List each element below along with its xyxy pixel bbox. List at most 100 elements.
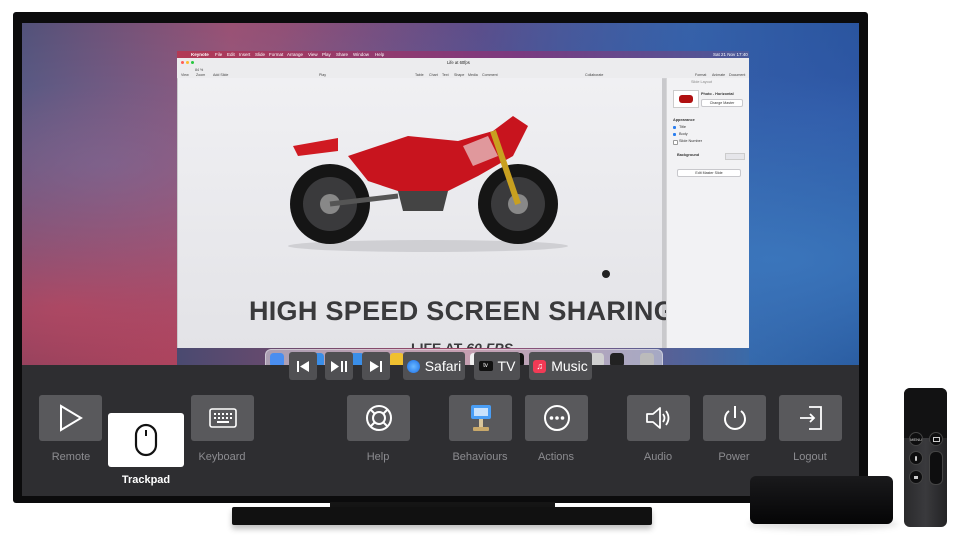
keynote-podium-icon (470, 405, 491, 431)
menu-format[interactable]: Format (269, 51, 283, 58)
help-tile[interactable] (347, 395, 410, 441)
lifebuoy-icon (365, 405, 392, 431)
body-checkbox-label: Body (679, 132, 688, 136)
menu-slide[interactable]: Slide (255, 51, 265, 58)
menu-share[interactable]: Share (336, 51, 348, 58)
toolbar-format[interactable]: Format (695, 73, 706, 77)
toolbar-document[interactable]: Document (729, 73, 745, 77)
more-actions-icon (543, 405, 570, 431)
keyboard-tile[interactable] (191, 395, 254, 441)
menu-app-name[interactable]: Keynote (191, 51, 209, 58)
menu-file[interactable]: File (215, 51, 222, 58)
logout-label: Logout (793, 451, 827, 463)
trackpad-label: Trackpad (121, 474, 171, 486)
trackpad-tile[interactable] (108, 413, 184, 467)
play-pause-button[interactable] (325, 352, 353, 380)
edit-master-slide-button[interactable]: Edit Master Slide (677, 169, 741, 177)
window-minimize-button[interactable] (186, 61, 189, 64)
remote-tile[interactable] (39, 395, 102, 441)
toolbar-add-slide[interactable]: Add Slide (213, 73, 228, 77)
tv-button[interactable]: tv TV (474, 352, 520, 380)
appearance-heading: Appearance (673, 118, 695, 122)
tv-icon: tv (478, 361, 493, 371)
toolbar-animate[interactable]: Animate (712, 73, 725, 77)
tv-label: TV (497, 358, 516, 374)
title-checkbox-label: Title (679, 125, 687, 129)
power-icon (723, 406, 746, 430)
window-zoom-button[interactable] (191, 61, 194, 64)
actions-tile[interactable] (525, 395, 588, 441)
apple-tv-box (750, 476, 893, 524)
menu-insert[interactable]: Insert (239, 51, 250, 58)
toolbar-table[interactable]: Table (415, 73, 424, 77)
remote-siri-button (909, 451, 923, 465)
change-master-button[interactable]: Change Master (701, 99, 743, 107)
toolbar-view[interactable]: View (181, 73, 189, 77)
remote-label: Remote (51, 451, 91, 463)
previous-icon (297, 360, 309, 372)
toolbar-chart[interactable]: Chart (429, 73, 438, 77)
slide-canvas[interactable]: HIGH SPEED SCREEN SHARING LIFE AT 60 FPS (178, 78, 675, 356)
audio-tile[interactable] (627, 395, 690, 441)
menu-play[interactable]: Play (322, 51, 331, 58)
menu-edit[interactable]: Edit (227, 51, 235, 58)
slide-number-label: Slide Number (679, 139, 703, 143)
speaker-icon (645, 407, 669, 429)
toolbar-zoom[interactable]: Zoom (196, 73, 205, 77)
menubar-clock: Sat 21 Nov 17:40 (713, 52, 748, 57)
layout-thumbnail[interactable] (673, 90, 699, 108)
zoom-value[interactable]: 84 % (195, 68, 203, 72)
menu-arrange[interactable]: Arrange (287, 51, 303, 58)
remote-menu-button: MENU (909, 432, 923, 446)
remote-tv-icon (932, 436, 940, 442)
remote-touch-surface (904, 388, 947, 438)
layout-name: Photo - Horizontal (701, 92, 734, 96)
behaviours-tile[interactable] (449, 395, 512, 441)
tv-stand-base (232, 507, 652, 525)
background-heading: Background (677, 153, 700, 157)
title-checkbox[interactable] (673, 126, 676, 129)
music-label: Music (551, 358, 588, 374)
toolbar-collaborate[interactable]: Collaborate (585, 73, 603, 77)
music-button[interactable]: ♫ Music (529, 352, 592, 380)
document-title: Life at 60fps (447, 60, 470, 65)
body-checkbox[interactable] (673, 133, 676, 136)
remote-play-pause-button (909, 470, 923, 484)
mac-screen-mirror[interactable]: Keynote File Edit Insert Slide Format Ar… (177, 51, 749, 373)
play-remote-icon (59, 404, 83, 432)
previous-track-button[interactable] (289, 352, 317, 380)
presenter-indicator-icon (602, 270, 610, 278)
toolbar-media[interactable]: Media (468, 73, 478, 77)
menu-help[interactable]: Help (375, 51, 384, 58)
remote-tv-button (929, 432, 943, 446)
remote-volume-rocker (929, 451, 943, 485)
background-fill-well[interactable] (725, 153, 745, 160)
safari-button[interactable]: Safari (403, 352, 465, 380)
inspector-header: Slide Layout (691, 80, 712, 84)
safari-icon (406, 359, 420, 373)
toolbar-text[interactable]: Text (442, 73, 449, 77)
motorcycle-image (288, 116, 568, 252)
thumbnail-bike (679, 95, 693, 103)
safari-label: Safari (424, 358, 462, 374)
mouse-icon (134, 423, 158, 457)
play-pause-icon (331, 360, 347, 372)
next-icon (370, 360, 382, 372)
logout-icon (799, 406, 822, 430)
slide-number-checkbox[interactable] (673, 140, 678, 145)
menu-view[interactable]: View (308, 51, 318, 58)
logout-tile[interactable] (779, 395, 842, 441)
menu-window[interactable]: Window (353, 51, 369, 58)
help-label: Help (366, 451, 390, 463)
next-track-button[interactable] (362, 352, 390, 380)
music-icon: ♫ (533, 359, 547, 373)
window-close-button[interactable] (181, 61, 184, 64)
keynote-toolbar: Life at 60fps 84 % View Zoom Add Slide P… (177, 58, 749, 79)
power-tile[interactable] (703, 395, 766, 441)
toolbar-shape[interactable]: Shape (454, 73, 464, 77)
toolbar-play[interactable]: Play (319, 73, 326, 77)
mac-menubar: Keynote File Edit Insert Slide Format Ar… (177, 51, 749, 58)
slide-headline: HIGH SPEED SCREEN SHARING (248, 296, 676, 326)
inspector-panel: Slide Layout Photo - Horizontal Change M… (666, 78, 749, 348)
toolbar-comment[interactable]: Comment (482, 73, 498, 77)
